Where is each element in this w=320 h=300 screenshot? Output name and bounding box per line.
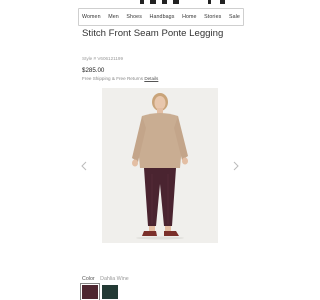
product-title: Stitch Front Seam Ponte Legging xyxy=(82,28,224,39)
swatch-dark-green[interactable] xyxy=(102,285,118,299)
nav-item-women[interactable]: Women xyxy=(82,14,101,20)
shipping-info: Free Shipping & Free Returns Details xyxy=(82,76,158,81)
chevron-left-icon[interactable] xyxy=(80,158,88,171)
swatch-dahlia-wine[interactable] xyxy=(80,283,100,300)
nav-item-handbags[interactable]: Handbags xyxy=(150,14,175,20)
details-link[interactable]: Details xyxy=(144,76,158,81)
color-label: Color xyxy=(82,276,95,282)
shipping-text: Free Shipping & Free Returns xyxy=(82,76,144,81)
nav-item-shoes[interactable]: Shoes xyxy=(126,14,142,20)
brand-logo[interactable] xyxy=(80,0,230,6)
product-price: $285.00 xyxy=(82,67,105,74)
nav-item-home[interactable]: Home xyxy=(182,14,197,20)
main-nav: Women Men Shoes Handbags Home Stories Sa… xyxy=(78,8,244,26)
nav-item-stories[interactable]: Stories xyxy=(204,14,221,20)
color-label-row: Color Dahlia Wine xyxy=(82,276,129,282)
nav-item-sale[interactable]: Sale xyxy=(229,14,240,20)
style-code: Style # V606121199 xyxy=(82,56,124,61)
product-image[interactable] xyxy=(102,88,218,243)
selected-color-name: Dahlia Wine xyxy=(100,276,129,282)
nav-item-men[interactable]: Men xyxy=(108,14,119,20)
chevron-right-icon[interactable] xyxy=(232,158,240,171)
